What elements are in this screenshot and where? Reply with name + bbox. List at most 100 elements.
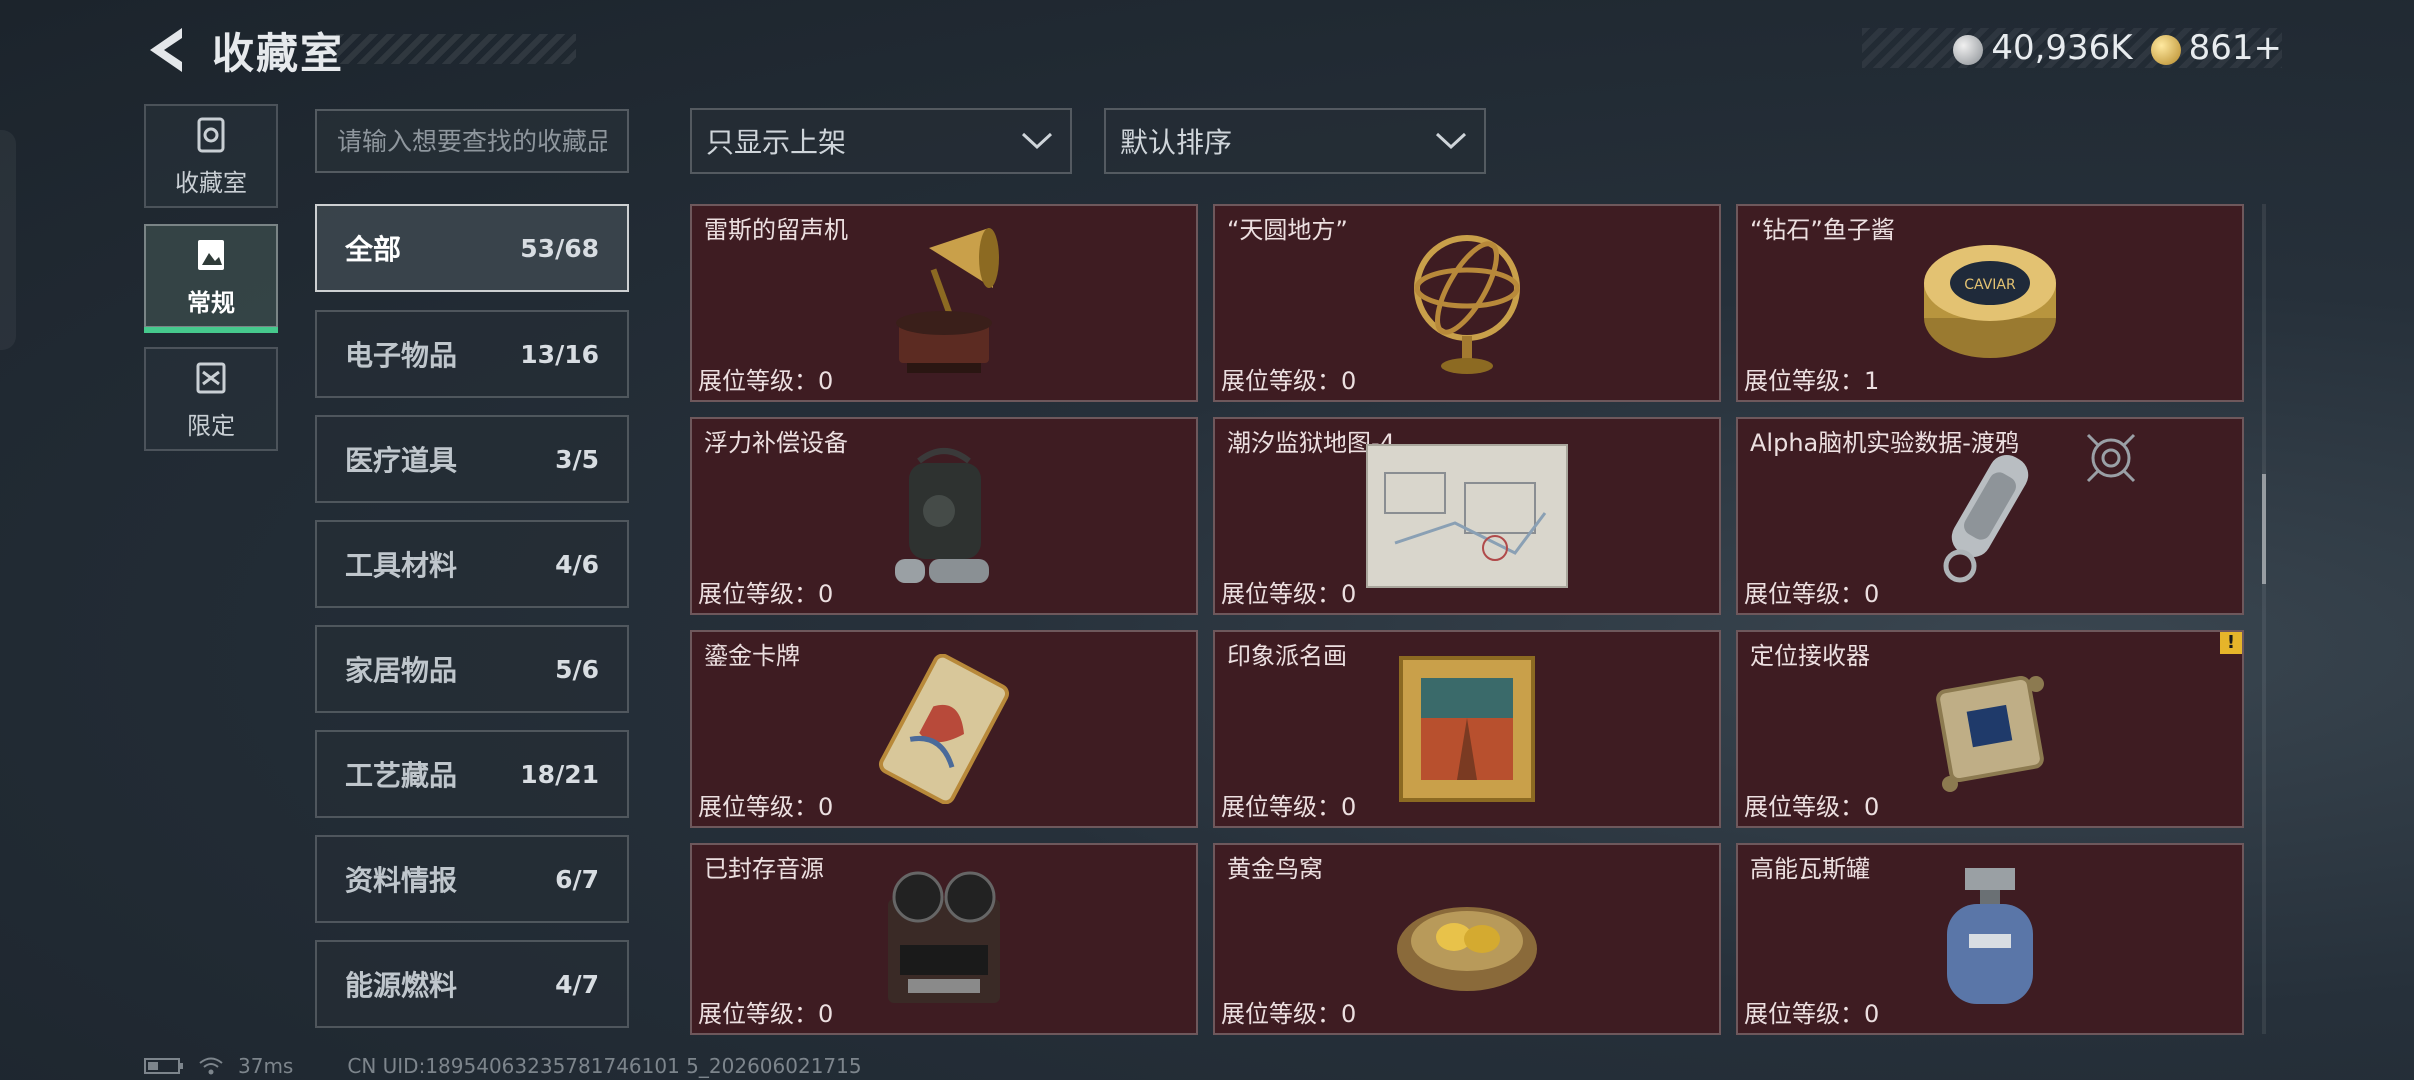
scrollbar-thumb[interactable]	[2262, 474, 2266, 584]
locator-receiver-icon	[1936, 675, 2044, 792]
caviar-tin-icon: CAVIAR	[1924, 245, 2056, 358]
category-count: 4/7	[555, 969, 599, 999]
category-name: 家居物品	[345, 654, 458, 687]
item-name: 印象派名画	[1227, 642, 1347, 670]
scrollbar-track[interactable]	[2262, 204, 2266, 1034]
category-all[interactable]: 全部 53/68	[315, 204, 629, 292]
category-count: 5/6	[555, 654, 599, 684]
search-input[interactable]	[315, 109, 629, 173]
category-count: 4/6	[555, 549, 599, 579]
framed-painting-icon	[1399, 656, 1535, 802]
vault-icon	[197, 117, 225, 152]
item-level: 展位等级：0	[1221, 793, 1357, 821]
category-intel[interactable]: 资料情报 6/7	[315, 835, 629, 923]
collection-item-card[interactable]: 定位接收器 ! 展位等级：0	[1736, 630, 2244, 828]
item-level: 展位等级：0	[698, 367, 834, 395]
gallery-icon	[198, 239, 224, 270]
nav-tab-vault[interactable]: 收藏室	[144, 104, 278, 208]
collection-item-card[interactable]: 高能瓦斯罐 展位等级：0	[1736, 843, 2244, 1035]
item-name: “天圆地方”	[1227, 216, 1348, 244]
silver-coin-icon	[1953, 34, 1984, 65]
category-medical[interactable]: 医疗道具 3/5	[315, 415, 629, 503]
sort-value: 默认排序	[1120, 126, 1233, 159]
gold-coin-icon	[2150, 34, 2181, 65]
gold-amount: 861+	[2188, 28, 2282, 68]
category-name: 工艺藏品	[345, 759, 458, 792]
collection-item-card[interactable]: 已封存音源 展位等级：0	[690, 843, 1198, 1035]
status-footer: 37ms CN UID:18954063235781746101 5_20260…	[144, 1054, 862, 1078]
nav-tab-regular[interactable]: 常规	[144, 224, 278, 328]
side-handle[interactable]	[0, 130, 16, 350]
collection-item-card[interactable]: 雷斯的留声机 展位等级：0	[690, 204, 1198, 402]
category-home[interactable]: 家居物品 5/6	[315, 625, 629, 713]
category-name: 工具材料	[345, 549, 458, 582]
chevron-down-icon	[1021, 132, 1053, 150]
silver-amount: 40,936K	[1991, 28, 2133, 68]
warning-badge: !	[2220, 632, 2242, 654]
nav-tab-label: 限定	[187, 411, 235, 440]
display-filter-dropdown[interactable]: 只显示上架	[690, 108, 1072, 174]
back-arrow-icon[interactable]	[140, 22, 190, 78]
category-electronics[interactable]: 电子物品 13/16	[315, 310, 629, 398]
item-name: 黄金鸟窝	[1227, 855, 1323, 883]
silver-currency: 40,936K	[1953, 28, 2133, 68]
category-count: 3/5	[555, 444, 599, 474]
item-name: 高能瓦斯罐	[1750, 855, 1870, 883]
gas-canister-icon	[1947, 868, 2033, 1004]
limited-icon	[196, 362, 226, 393]
category-name: 全部	[345, 233, 402, 266]
category-crafts[interactable]: 工艺藏品 18/21	[315, 730, 629, 818]
item-level: 展位等级：1	[1744, 367, 1880, 395]
ping-value: 37ms	[238, 1054, 294, 1078]
category-count: 18/21	[520, 759, 599, 789]
item-name: “钻石”鱼子酱	[1750, 216, 1895, 244]
category-name: 能源燃料	[345, 969, 458, 1002]
category-energy[interactable]: 能源燃料 4/7	[315, 940, 629, 1028]
data-cylinder-icon	[1943, 454, 2029, 583]
item-name: 浮力补偿设备	[704, 429, 848, 457]
nav-tab-limited[interactable]: 限定	[144, 347, 278, 451]
collection-item-card[interactable]: 黄金鸟窝 展位等级：0	[1213, 843, 1721, 1035]
item-level: 展位等级：0	[1221, 580, 1357, 608]
battery-icon	[144, 1058, 183, 1074]
gold-currency[interactable]: 861+	[2150, 28, 2282, 68]
title-stripe	[336, 34, 576, 64]
item-level: 展位等级：0	[698, 793, 834, 821]
collection-item-card[interactable]: 浮力补偿设备 展位等级：0	[690, 417, 1198, 615]
currency-bar: 40,936K 861+	[1862, 28, 2282, 68]
item-name: 雷斯的留声机	[704, 216, 848, 244]
item-level: 展位等级：0	[1221, 1000, 1357, 1028]
tin-label: CAVIAR	[1964, 277, 2016, 293]
item-level: 展位等级：0	[1221, 367, 1357, 395]
item-level: 展位等级：0	[698, 1000, 834, 1028]
uid-text: CN UID:18954063235781746101 5_2026060217…	[347, 1054, 862, 1078]
category-name: 电子物品	[345, 339, 458, 372]
item-name: 已封存音源	[704, 855, 824, 883]
gilded-card-icon	[878, 654, 1010, 804]
collection-item-card[interactable]: 鎏金卡牌 展位等级：0	[690, 630, 1198, 828]
collection-item-card[interactable]: 潮汐监狱地图-4 展位等级：0	[1213, 417, 1721, 615]
category-count: 53/68	[520, 233, 599, 263]
category-count: 6/7	[555, 864, 599, 894]
collection-item-card[interactable]: 印象派名画 展位等级：0	[1213, 630, 1721, 828]
item-level: 展位等级：0	[1744, 793, 1880, 821]
nav-tab-label: 收藏室	[175, 168, 247, 197]
nav-tab-label: 常规	[187, 288, 235, 317]
collection-item-card[interactable]: “钻石”鱼子酱 CAVIAR 展位等级：1	[1736, 204, 2244, 402]
item-name: 鎏金卡牌	[704, 642, 800, 670]
item-level: 展位等级：0	[1744, 580, 1880, 608]
golden-nest-icon	[1397, 907, 1537, 991]
reel-recorder-icon	[888, 871, 1000, 1003]
gramophone-icon	[896, 228, 999, 373]
active-tab-indicator	[144, 327, 278, 333]
chevron-down-icon	[1435, 132, 1467, 150]
buoyancy-device-icon	[895, 448, 989, 583]
category-count: 13/16	[520, 339, 599, 369]
collection-item-card[interactable]: Alpha脑机实验数据-渡鸦 展位等级：0	[1736, 417, 2244, 615]
target-marker-icon	[2086, 433, 2136, 483]
sort-dropdown[interactable]: 默认排序	[1104, 108, 1486, 174]
wifi-icon	[199, 1057, 223, 1075]
page-title: 收藏室	[212, 29, 345, 78]
collection-item-card[interactable]: “天圆地方” 展位等级：0	[1213, 204, 1721, 402]
category-tools[interactable]: 工具材料 4/6	[315, 520, 629, 608]
